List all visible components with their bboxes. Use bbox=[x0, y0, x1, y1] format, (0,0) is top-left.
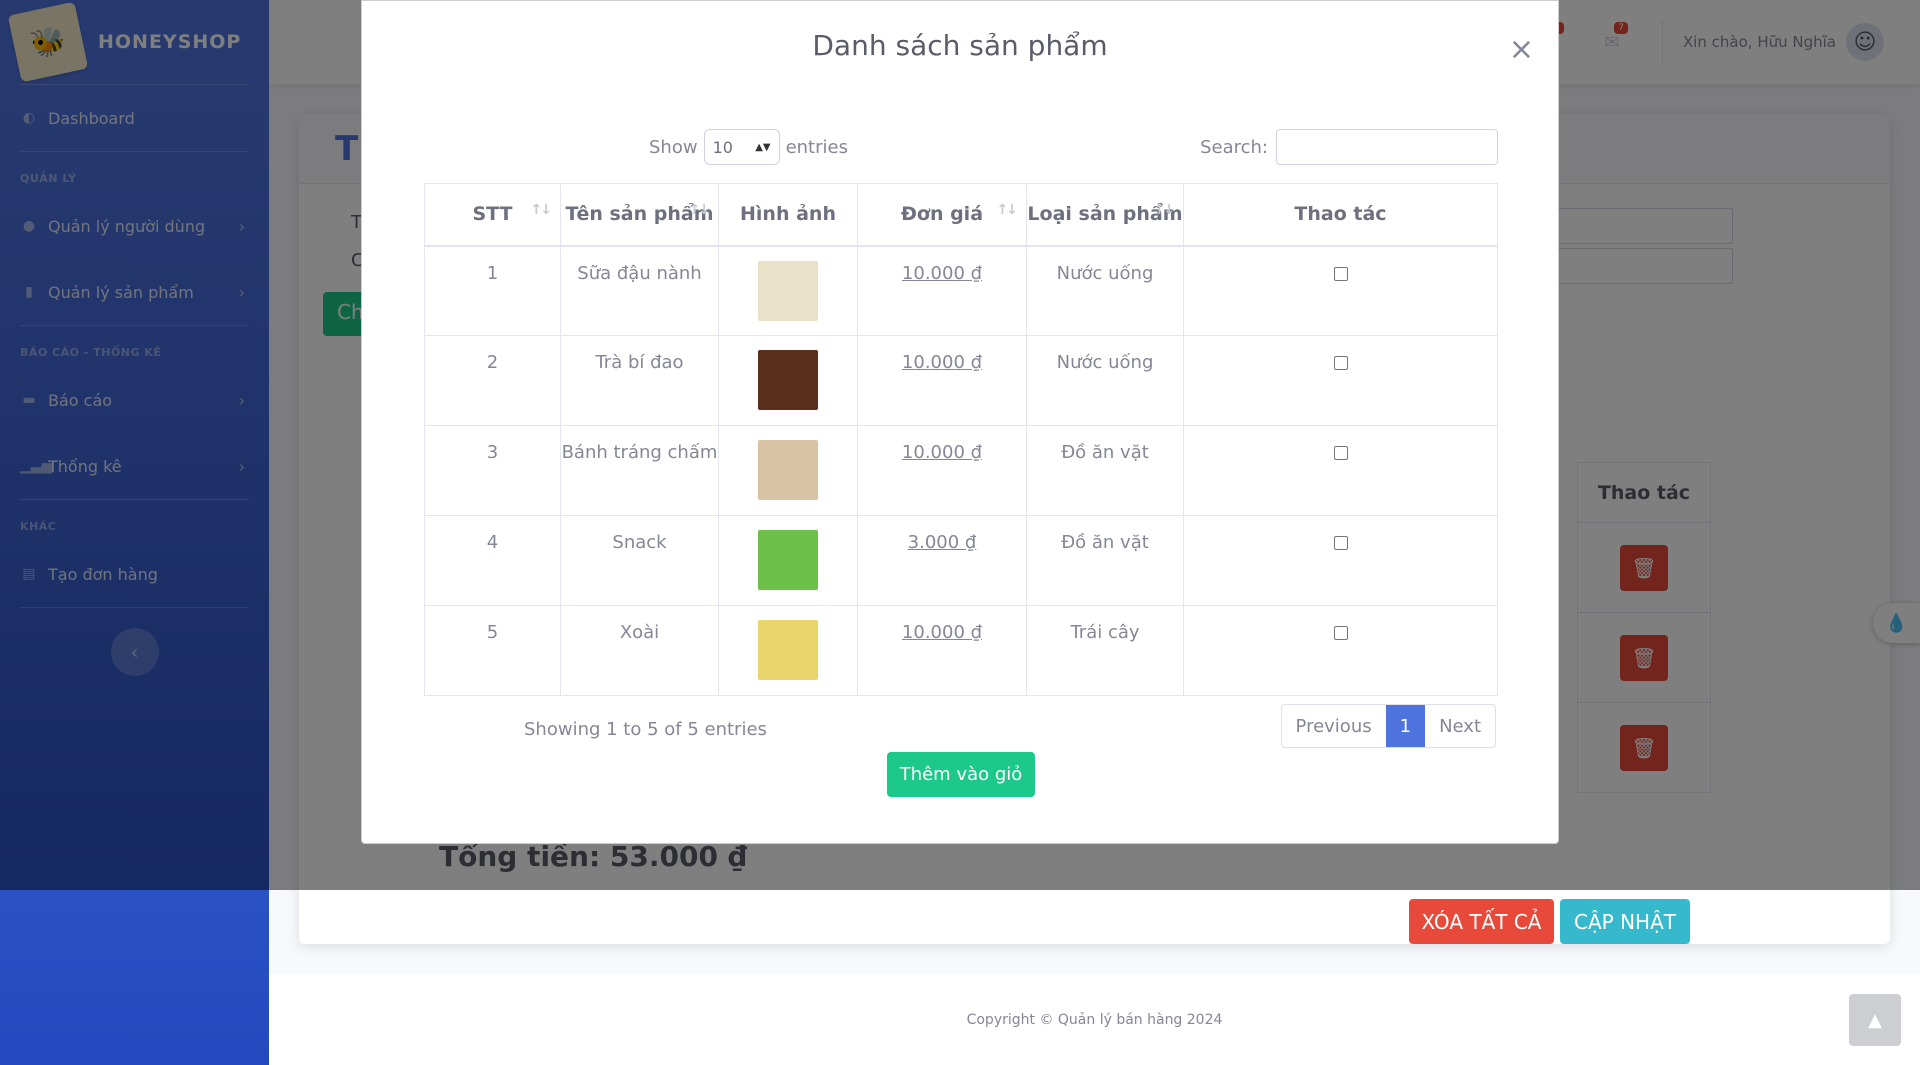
cell-product-name: Bánh tráng chấm bbox=[560, 425, 719, 516]
cell-product-type: Đồ ăn vặt bbox=[1026, 425, 1184, 516]
cell-price: 10.000 ₫ bbox=[857, 245, 1027, 336]
page-button-1[interactable]: 1 bbox=[1385, 705, 1426, 747]
product-image bbox=[758, 620, 818, 680]
add-to-cart-button[interactable]: Thêm vào giỏ bbox=[887, 752, 1035, 797]
price-value: 10.000 ₫ bbox=[901, 442, 983, 463]
table-row: 5 Xoài 10.000 ₫ Trái cây bbox=[424, 605, 1498, 696]
column-header-price[interactable]: Đơn giá ↑↓ bbox=[857, 183, 1027, 247]
cell-action bbox=[1183, 335, 1498, 426]
previous-page-button[interactable]: Previous bbox=[1282, 705, 1386, 747]
cell-product-name: Xoài bbox=[560, 605, 719, 696]
cell-product-type: Nước uống bbox=[1026, 245, 1184, 336]
select-arrows-icon: ▲▼ bbox=[755, 141, 771, 153]
cell-price: 10.000 ₫ bbox=[857, 605, 1027, 696]
cell-stt: 4 bbox=[424, 515, 561, 606]
table-row: 3 Bánh tráng chấm 10.000 ₫ Đồ ăn vặt bbox=[424, 425, 1498, 516]
delete-all-button[interactable]: XÓA TẤT CẢ bbox=[1409, 899, 1554, 944]
entries-length: Show 10 ▲▼ entries bbox=[649, 129, 848, 165]
datatable-search: Search: bbox=[1200, 129, 1498, 165]
select-checkbox[interactable] bbox=[1333, 356, 1348, 370]
cell-image bbox=[718, 335, 858, 426]
modal-title: Danh sách sản phẩm bbox=[812, 29, 1108, 62]
product-image bbox=[758, 440, 818, 500]
entries-select-value: 10 bbox=[712, 137, 733, 157]
footer: Copyright © Quản lý bán hàng 2024 bbox=[269, 974, 1920, 1065]
column-header-image: Hình ảnh bbox=[718, 183, 858, 247]
cell-image bbox=[718, 605, 858, 696]
cell-product-name: Trà bí đao bbox=[560, 335, 719, 426]
sort-icon: ↑↓ bbox=[530, 202, 553, 218]
column-header-label: Thao tác bbox=[1294, 203, 1387, 226]
cell-product-type: Nước uống bbox=[1026, 335, 1184, 426]
cell-price: 10.000 ₫ bbox=[857, 335, 1027, 426]
datatable-info: Showing 1 to 5 of 5 entries bbox=[524, 719, 767, 740]
column-header-label: Hình ảnh bbox=[740, 203, 836, 226]
column-header-label: STT bbox=[472, 203, 513, 226]
select-checkbox[interactable] bbox=[1333, 446, 1348, 460]
select-checkbox[interactable] bbox=[1333, 626, 1348, 640]
search-input[interactable] bbox=[1276, 129, 1498, 165]
cell-action bbox=[1183, 425, 1498, 516]
cell-action bbox=[1183, 515, 1498, 606]
close-icon[interactable]: × bbox=[1509, 35, 1534, 65]
cell-image bbox=[718, 425, 858, 516]
cell-image bbox=[718, 245, 858, 336]
search-label: Search: bbox=[1200, 136, 1268, 158]
cell-stt: 5 bbox=[424, 605, 561, 696]
product-image bbox=[758, 350, 818, 410]
next-page-button[interactable]: Next bbox=[1425, 705, 1495, 747]
product-table: STT ↑↓ Tên sản phẩm ↑↓ Hình ảnh Đơn giá ↑↓ … bbox=[424, 183, 1498, 696]
column-header-type[interactable]: Loại sản phẩm ↑↓ bbox=[1026, 183, 1184, 247]
update-button[interactable]: CẬP NHẬT bbox=[1560, 899, 1690, 944]
table-header-row: STT ↑↓ Tên sản phẩm ↑↓ Hình ảnh Đơn giá ↑↓ … bbox=[424, 183, 1498, 247]
cell-price: 3.000 ₫ bbox=[857, 515, 1027, 606]
sort-icon: ↑↓ bbox=[1153, 202, 1176, 218]
cell-product-name: Snack bbox=[560, 515, 719, 606]
datatable-controls: Show 10 ▲▼ entries Search: bbox=[424, 129, 1498, 167]
price-value: 10.000 ₫ bbox=[901, 622, 983, 643]
cell-stt: 2 bbox=[424, 335, 561, 426]
price-value: 3.000 ₫ bbox=[907, 532, 977, 553]
cell-action bbox=[1183, 605, 1498, 696]
product-image bbox=[758, 530, 818, 590]
sort-icon: ↑↓ bbox=[688, 202, 711, 218]
table-row: 1 Sữa đậu nành 10.000 ₫ Nước uống bbox=[424, 245, 1498, 336]
cell-price: 10.000 ₫ bbox=[857, 425, 1027, 516]
column-header-stt[interactable]: STT ↑↓ bbox=[424, 183, 561, 247]
table-row: 2 Trà bí đao 10.000 ₫ Nước uống bbox=[424, 335, 1498, 426]
price-value: 10.000 ₫ bbox=[901, 352, 983, 373]
select-checkbox[interactable] bbox=[1333, 266, 1348, 281]
copyright-text: Copyright © Quản lý bán hàng 2024 bbox=[966, 1012, 1223, 1028]
column-header-actions: Thao tác bbox=[1183, 183, 1498, 247]
product-list-modal: Danh sách sản phẩm × Show 10 ▲▼ entries … bbox=[361, 0, 1559, 844]
sort-icon: ↑↓ bbox=[996, 202, 1019, 218]
cell-image bbox=[718, 515, 858, 606]
column-header-label: Đơn giá bbox=[900, 203, 984, 226]
cell-stt: 3 bbox=[424, 425, 561, 516]
table-row: 4 Snack 3.000 ₫ Đồ ăn vặt bbox=[424, 515, 1498, 606]
price-value: 10.000 ₫ bbox=[901, 262, 983, 284]
column-header-name[interactable]: Tên sản phẩm ↑↓ bbox=[560, 183, 719, 247]
cell-action bbox=[1183, 245, 1498, 336]
cell-product-type: Đồ ăn vặt bbox=[1026, 515, 1184, 606]
cell-product-type: Trái cây bbox=[1026, 605, 1184, 696]
cell-product-name: Sữa đậu nành bbox=[560, 245, 719, 336]
entries-select[interactable]: 10 ▲▼ bbox=[703, 129, 780, 165]
cell-stt: 1 bbox=[424, 245, 561, 336]
chevron-up-icon: ▲ bbox=[1868, 1009, 1882, 1031]
product-image bbox=[758, 260, 818, 321]
entries-label: entries bbox=[785, 136, 848, 158]
scroll-to-top-button[interactable]: ▲ bbox=[1849, 994, 1901, 1046]
select-checkbox[interactable] bbox=[1333, 536, 1348, 550]
pagination: Previous 1 Next bbox=[1280, 704, 1496, 748]
show-label: Show bbox=[649, 136, 698, 158]
